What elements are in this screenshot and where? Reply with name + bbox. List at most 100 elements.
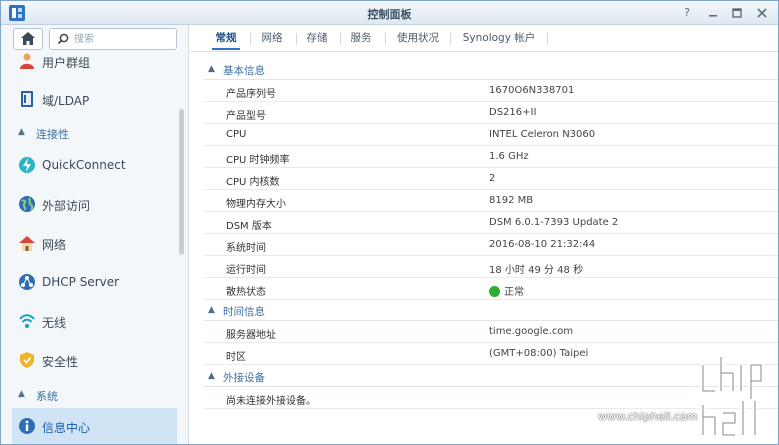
tab-storage[interactable]: 存储: [303, 30, 331, 50]
wireless-icon: [19, 314, 35, 328]
help-icon[interactable]: ?: [679, 5, 695, 21]
sidebar-item-label: 用户群组: [42, 56, 91, 70]
domain-ldap-icon: [21, 91, 33, 107]
sidebar-section-connectivity[interactable]: ▲ 连接性: [12, 123, 177, 143]
sidebar-item-dhcp-server[interactable]: DHCP Server: [12, 264, 177, 300]
info-value: 1.6 GHz: [489, 151, 529, 162]
external-access-icon: [19, 196, 35, 212]
sidebar-item-external-access[interactable]: 外部访问: [12, 186, 177, 222]
thermal-status: 正常: [489, 283, 524, 298]
info-key: DSM 版本: [226, 221, 272, 232]
info-value: DSM 6.0.1-7393 Update 2: [489, 217, 619, 228]
sidebar-item-network[interactable]: 网络: [12, 225, 177, 261]
sidebar-section-label: 系统: [36, 390, 58, 403]
sidebar-toolbar: [1, 25, 188, 53]
chiphell-watermark-logo: [700, 354, 764, 438]
tab-usage[interactable]: 使用状况: [392, 30, 444, 50]
quickconnect-icon: [19, 157, 35, 173]
info-value: time.google.com: [489, 326, 574, 337]
info-center-icon: [19, 418, 35, 434]
info-row: DSM 版本 DSM 6.0.1-7393 Update 2: [204, 212, 778, 234]
sidebar-item-wireless[interactable]: 无线: [12, 303, 177, 339]
search-input[interactable]: [74, 32, 170, 46]
sidebar-item-label: 外部访问: [42, 199, 91, 213]
watermark-url: www.chiphell.com: [598, 410, 698, 423]
tab-bar: 常规 网络 存储 服务 使用状况 Synology 帐户: [190, 25, 778, 52]
user-group-icon: [20, 53, 34, 69]
sidebar-item-security[interactable]: 安全性: [12, 342, 177, 378]
security-shield-icon: [20, 352, 34, 368]
sidebar-item-label: 无线: [42, 316, 67, 330]
info-value: 2: [489, 173, 496, 184]
search-icon: [57, 33, 69, 45]
section-title: 外接设备: [223, 372, 265, 384]
section-title: 基本信息: [223, 65, 265, 77]
sidebar: 用户群组 域/LDAP ▲ 连接性 QuickConnect 外部访问 网络 D…: [1, 25, 189, 444]
minimize-icon[interactable]: [705, 5, 721, 21]
status-text: 正常: [504, 287, 524, 298]
sidebar-section-system[interactable]: ▲ 系统: [12, 385, 177, 405]
info-value: 1670O6N338701: [489, 85, 575, 96]
tab-separator: [547, 33, 548, 45]
dhcp-server-icon: [19, 274, 35, 290]
info-key: CPU 内核数: [226, 177, 280, 188]
info-key: 产品序列号: [226, 89, 276, 100]
search-box[interactable]: [49, 28, 177, 50]
sidebar-scrollbar[interactable]: [179, 109, 184, 255]
sidebar-item-label: 网络: [42, 238, 67, 252]
chevron-up-icon: ▲: [18, 389, 25, 399]
info-key: CPU 时钟频率: [226, 155, 290, 166]
info-row: 产品序列号 1670O6N338701: [204, 80, 778, 102]
info-key: 系统时间: [226, 243, 266, 254]
tab-separator: [385, 33, 386, 45]
section-time-info[interactable]: ▲ 时间信息: [204, 301, 778, 319]
tab-services[interactable]: 服务: [347, 30, 375, 50]
info-key: 散热状态: [226, 287, 266, 298]
tab-separator: [250, 33, 251, 45]
close-icon[interactable]: [754, 5, 770, 21]
info-key: 产品型号: [226, 111, 266, 122]
info-row: CPU INTEL Celeron N3060: [204, 124, 778, 146]
info-value: 8192 MB: [489, 195, 534, 206]
section-title: 时间信息: [223, 306, 265, 318]
tab-separator: [296, 33, 297, 45]
tab-network[interactable]: 网络: [258, 30, 286, 50]
control-panel-window: 控制面板 ? 用户群组 域/LDAP ▲ 连接性 QuickConnect 外部…: [0, 0, 779, 445]
network-icon: [19, 236, 35, 251]
sidebar-item-info-center[interactable]: 信息中心: [12, 408, 177, 444]
tab-synology-account[interactable]: Synology 帐户: [457, 30, 541, 50]
sidebar-item-label: DHCP Server: [42, 275, 120, 289]
sidebar-item-label: QuickConnect: [42, 158, 126, 172]
info-row: 物理内存大小 8192 MB: [204, 190, 778, 212]
tab-separator: [450, 33, 451, 45]
status-ok-icon: [489, 286, 500, 297]
sidebar-item-label: 域/LDAP: [42, 94, 90, 108]
info-key: 服务器地址: [226, 330, 276, 341]
title-bar: 控制面板 ?: [1, 1, 778, 25]
home-button[interactable]: [13, 28, 43, 50]
maximize-icon[interactable]: [729, 5, 745, 21]
section-basic-info[interactable]: ▲ 基本信息: [204, 60, 778, 78]
chevron-up-icon: ▲: [208, 371, 215, 381]
home-icon: [21, 32, 35, 45]
tab-general[interactable]: 常规: [212, 30, 240, 50]
chevron-up-icon: ▲: [208, 64, 215, 74]
window-title: 控制面板: [367, 8, 412, 21]
chevron-up-icon: ▲: [18, 127, 25, 137]
info-value: 18 小时 49 分 48 秒: [489, 265, 584, 276]
sidebar-item-domain-ldap[interactable]: 域/LDAP: [12, 81, 177, 117]
main-panel: 常规 网络 存储 服务 使用状况 Synology 帐户 ▲ 基本信息 产品序列…: [190, 25, 778, 444]
section-external-devices[interactable]: ▲ 外接设备: [204, 367, 778, 385]
chevron-up-icon: ▲: [208, 305, 215, 315]
sidebar-section-label: 连接性: [36, 128, 69, 141]
info-row: 服务器地址 time.google.com: [204, 321, 778, 343]
info-content: ▲ 基本信息 产品序列号 1670O6N338701 产品型号 DS216+II…: [190, 59, 778, 439]
info-value: DS216+II: [489, 107, 537, 118]
sidebar-item-label: 信息中心: [42, 421, 91, 435]
sidebar-item-label: 安全性: [42, 355, 79, 369]
sidebar-item-quickconnect[interactable]: QuickConnect: [12, 147, 177, 183]
info-key: 运行时间: [226, 265, 266, 276]
external-devices-message: 尚未连接外接设备。: [226, 396, 316, 407]
info-row: 产品型号 DS216+II: [204, 102, 778, 124]
info-row: CPU 时钟频率 1.6 GHz: [204, 146, 778, 168]
